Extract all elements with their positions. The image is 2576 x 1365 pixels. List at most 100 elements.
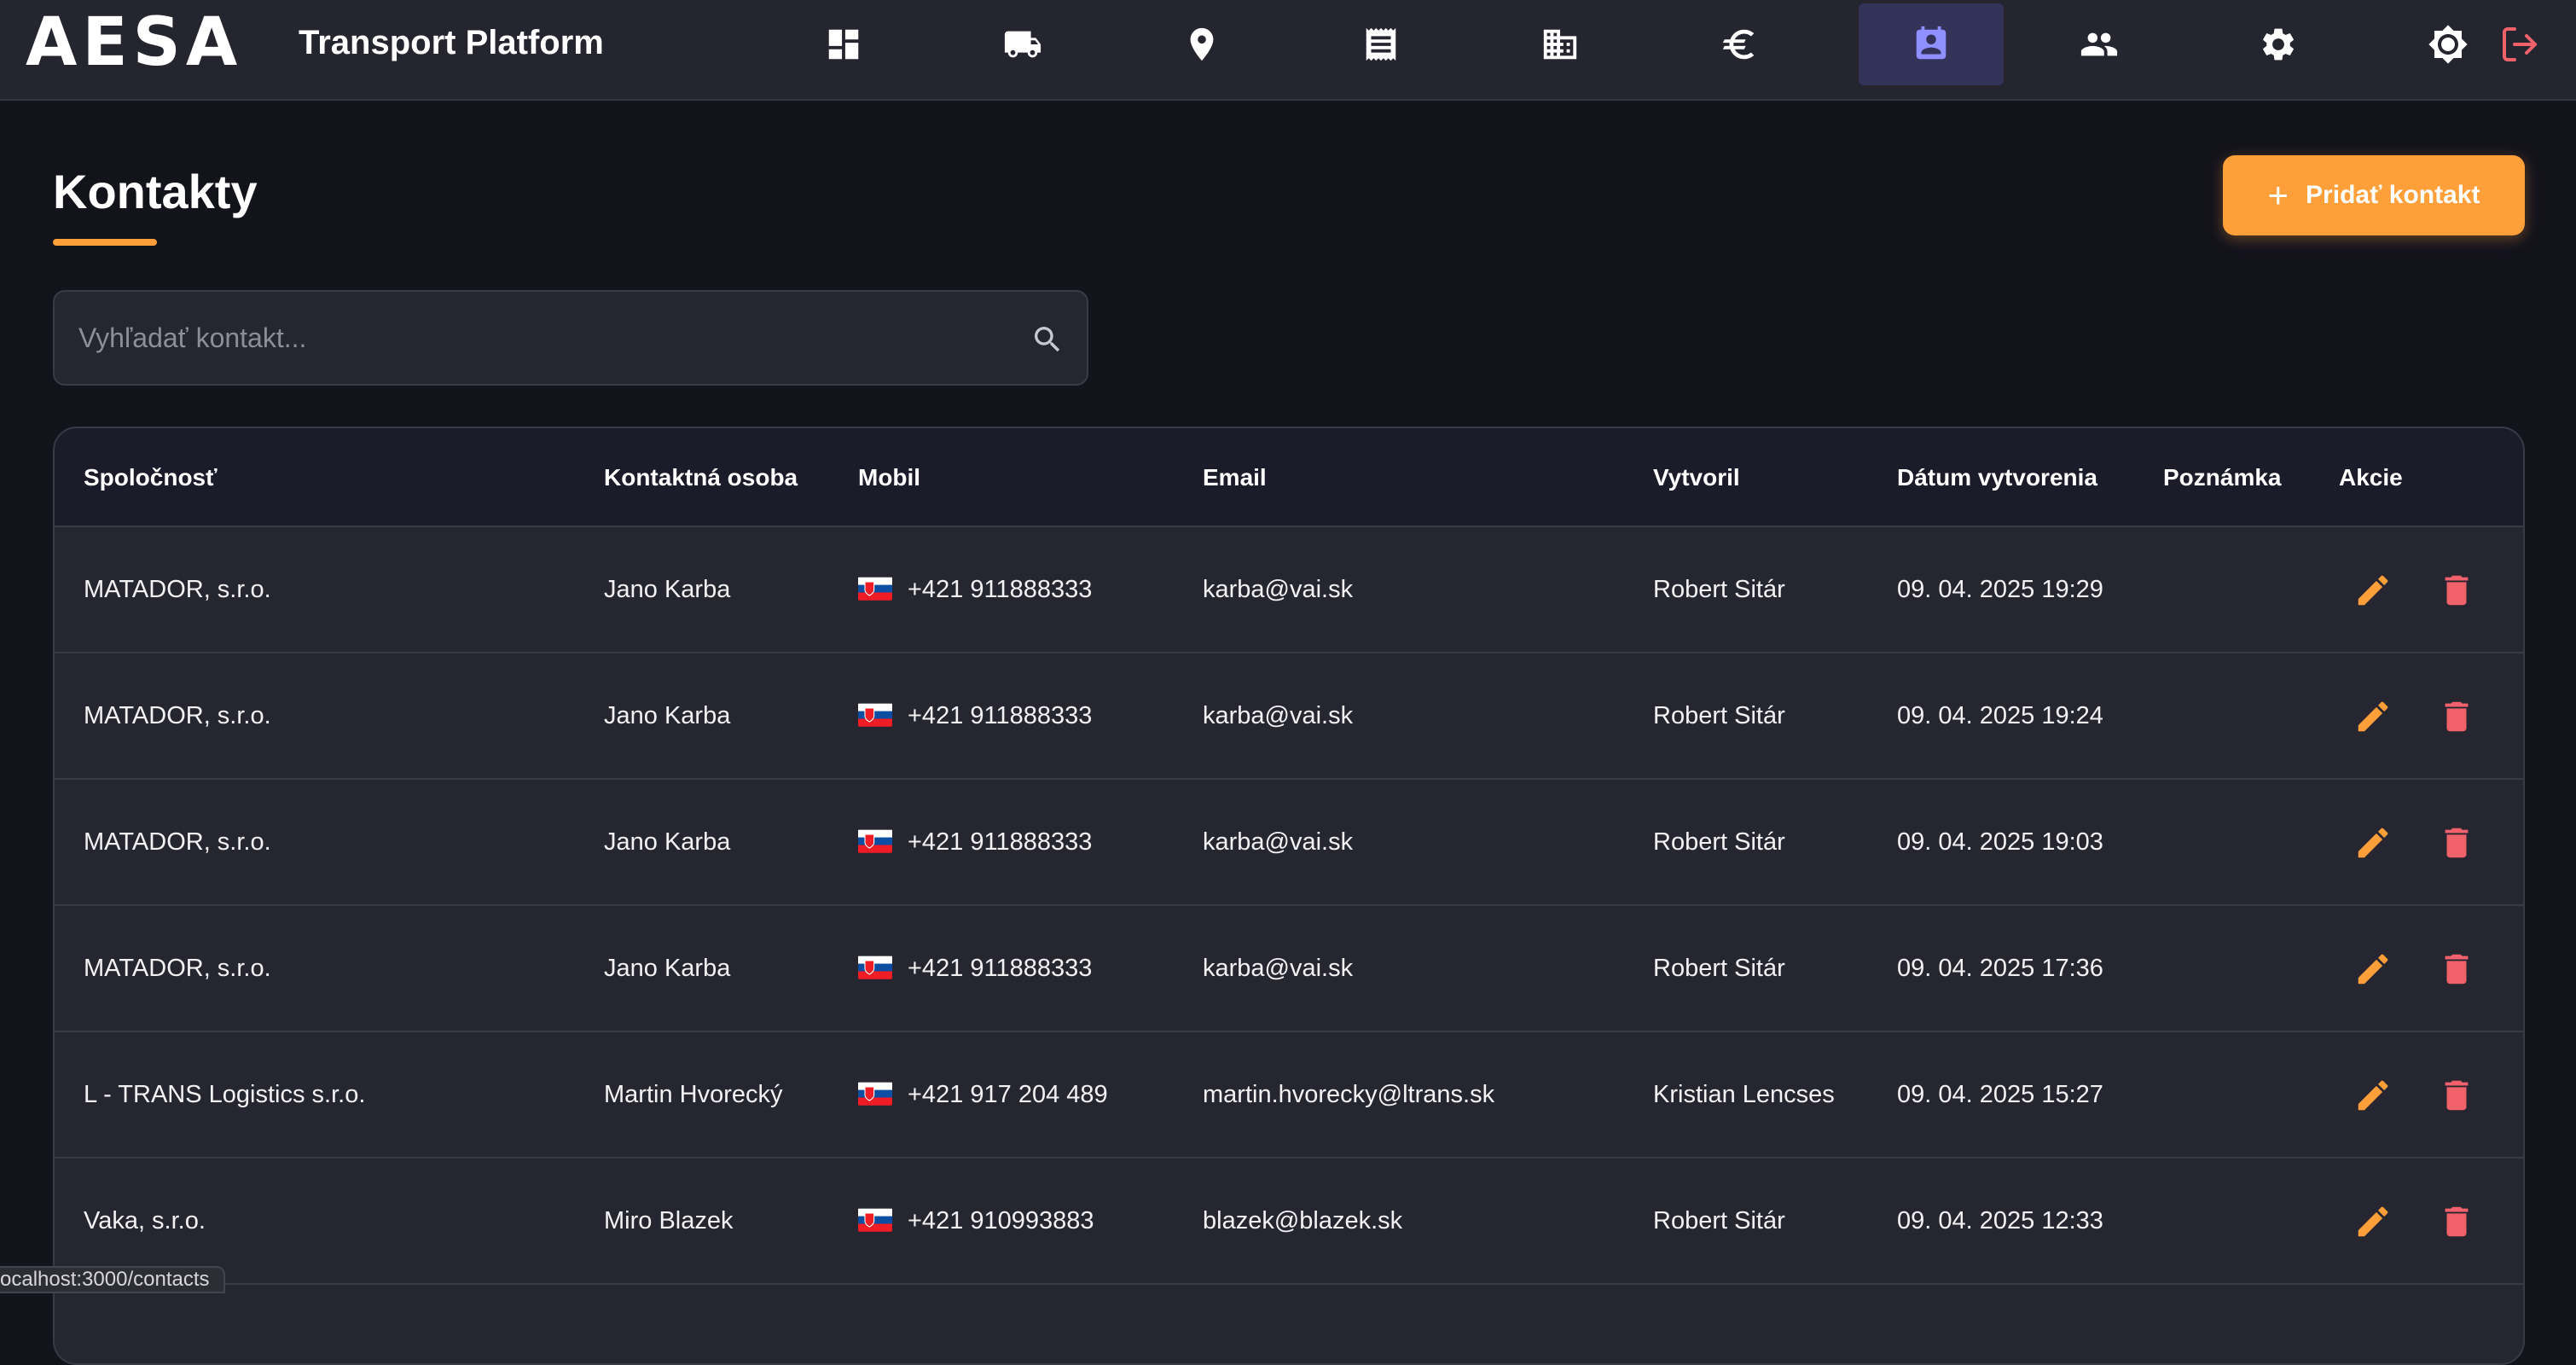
cell-created-at: 09. 04. 2025 19:03 [1897, 828, 2103, 856]
cell-created-at: 09. 04. 2025 15:27 [1897, 1081, 2103, 1108]
people-icon [2080, 32, 2118, 56]
dashboard-icon [828, 29, 859, 60]
column-header-created-by[interactable]: Vytvoril [1653, 462, 1740, 493]
edit-button[interactable] [2351, 1199, 2395, 1244]
search-input[interactable] [78, 292, 1017, 384]
cell-email: karba@vai.sk [1203, 828, 1354, 856]
table-row[interactable]: Vaka, s.r.o. Miro Blazek +421 910993883 … [55, 1159, 2523, 1285]
edit-button[interactable] [2351, 947, 2395, 991]
logout-icon [2503, 27, 2537, 61]
nav-item-finance[interactable] [1667, 3, 1812, 85]
table-row[interactable]: MATADOR, s.r.o. Jano Karba +421 91188833… [55, 653, 2523, 780]
column-header-contact[interactable]: Kontaktná osoba [604, 462, 798, 493]
contacts-table: Spoločnosť Kontaktná osoba Mobil Email V… [53, 427, 2525, 1365]
cell-created-by: Robert Sitár [1653, 828, 1785, 856]
plus-icon: + [2267, 175, 2289, 215]
cell-contact: Jano Karba [604, 576, 731, 603]
slovakia-flag-icon [858, 577, 892, 601]
nav-item-users[interactable] [2027, 3, 2172, 85]
title-underline [53, 239, 157, 246]
nav-item-dashboard[interactable] [771, 3, 916, 85]
cell-mobile: +421 910993883 [908, 1207, 1094, 1234]
delete-button[interactable] [2434, 1073, 2479, 1118]
slovakia-flag-icon [858, 956, 892, 979]
nav-item-contacts[interactable] [1859, 3, 2004, 85]
cell-company: MATADOR, s.r.o. [84, 576, 271, 603]
cell-created-by: Robert Sitár [1653, 955, 1785, 982]
cell-email: martin.hvorecky@ltrans.sk [1203, 1081, 1495, 1108]
search-box [53, 290, 1088, 386]
trash-icon [2445, 1206, 2469, 1237]
pencil-icon [2358, 954, 2388, 985]
table-row[interactable]: MATADOR, s.r.o. Jano Karba +421 91188833… [55, 527, 2523, 653]
location-pin-icon [1190, 27, 1214, 61]
pencil-icon [2358, 1206, 2388, 1237]
cell-mobile: +421 911888333 [908, 702, 1093, 729]
delete-button[interactable] [2434, 568, 2479, 613]
trash-icon [2445, 1080, 2469, 1111]
edit-button[interactable] [2351, 1073, 2395, 1118]
cell-company: MATADOR, s.r.o. [84, 955, 271, 982]
truck-icon [1004, 31, 1041, 58]
theme-toggle-button[interactable] [2424, 20, 2472, 68]
cell-company: Vaka, s.r.o. [84, 1207, 206, 1234]
top-navigation-bar: AESA Transport Platform [0, 0, 2576, 101]
cell-created-by: Kristian Lencses [1653, 1081, 1835, 1108]
trash-icon [2445, 701, 2469, 732]
cell-created-by: Robert Sitár [1653, 702, 1785, 729]
delete-button[interactable] [2434, 947, 2479, 991]
delete-button[interactable] [2434, 821, 2479, 865]
trash-icon [2445, 828, 2469, 858]
column-header-created-at[interactable]: Dátum vytvorenia [1897, 462, 2097, 493]
cell-mobile: +421 911888333 [908, 576, 1093, 603]
cell-contact: Jano Karba [604, 955, 731, 982]
nav-item-companies[interactable] [1488, 3, 1633, 85]
slovakia-flag-icon [858, 1082, 892, 1106]
gear-icon [2263, 28, 2294, 61]
cell-company: MATADOR, s.r.o. [84, 828, 271, 856]
cell-mobile: +421 911888333 [908, 955, 1093, 982]
receipt-icon [1366, 27, 1396, 61]
column-header-company[interactable]: Spoločnosť [84, 462, 218, 493]
search-icon[interactable] [1030, 322, 1065, 357]
delete-button[interactable] [2434, 694, 2479, 739]
table-row[interactable]: MATADOR, s.r.o. Jano Karba +421 91188833… [55, 906, 2523, 1032]
cell-company: MATADOR, s.r.o. [84, 702, 271, 729]
logout-button[interactable] [2496, 20, 2544, 68]
cell-company: L - TRANS Logistics s.r.o. [84, 1081, 366, 1108]
column-header-note[interactable]: Poznámka [2163, 462, 2282, 493]
nav-item-transport[interactable] [950, 3, 1095, 85]
cell-mobile: +421 917 204 489 [908, 1081, 1108, 1108]
nav-item-locations[interactable] [1129, 3, 1274, 85]
edit-button[interactable] [2351, 568, 2395, 613]
brightness-icon [2428, 25, 2468, 64]
add-contact-label: Pridať kontakt [2306, 181, 2480, 209]
add-contact-button[interactable]: + Pridať kontakt [2223, 155, 2525, 235]
delete-button[interactable] [2434, 1199, 2479, 1244]
edit-button[interactable] [2351, 821, 2395, 865]
cell-created-at: 09. 04. 2025 19:29 [1897, 576, 2103, 603]
column-header-mobile[interactable]: Mobil [858, 462, 920, 493]
nav-item-orders[interactable] [1308, 3, 1453, 85]
trash-icon [2445, 954, 2469, 985]
brand-subtitle: Transport Platform [299, 24, 604, 61]
slovakia-flag-icon [858, 1208, 892, 1232]
cell-created-at: 09. 04. 2025 12:33 [1897, 1207, 2103, 1234]
table-header: Spoločnosť Kontaktná osoba Mobil Email V… [55, 428, 2523, 527]
pencil-icon [2358, 575, 2388, 606]
column-header-email[interactable]: Email [1203, 462, 1267, 493]
status-bar-url: ocalhost:3000/contacts [0, 1266, 225, 1293]
column-header-actions: Akcie [2339, 464, 2403, 491]
cell-created-at: 09. 04. 2025 17:36 [1897, 955, 2103, 982]
edit-button[interactable] [2351, 694, 2395, 739]
table-row[interactable]: MATADOR, s.r.o. Jano Karba +421 91188833… [55, 780, 2523, 906]
pencil-icon [2358, 828, 2388, 858]
nav-item-settings[interactable] [2206, 3, 2351, 85]
slovakia-flag-icon [858, 703, 892, 727]
cell-contact: Miro Blazek [604, 1207, 734, 1234]
table-row[interactable]: L - TRANS Logistics s.r.o. Martin Hvorec… [55, 1032, 2523, 1159]
brand-logo[interactable]: AESA [26, 9, 242, 76]
cell-created-by: Robert Sitár [1653, 576, 1785, 603]
cell-mobile: +421 911888333 [908, 828, 1093, 856]
euro-icon [1722, 29, 1755, 60]
